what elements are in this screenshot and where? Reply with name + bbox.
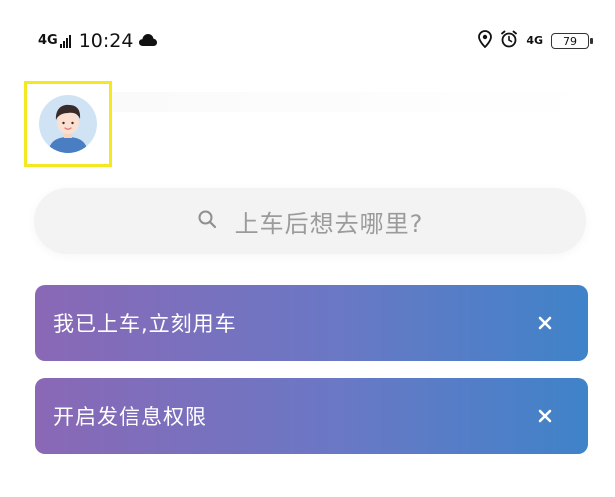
status-bar: 4G 10:24 4G 79 [0, 30, 615, 62]
banner-board-car[interactable]: 我已上车,立刻用车 [35, 285, 588, 361]
close-icon[interactable] [536, 314, 554, 332]
network-type: 4G [38, 33, 58, 48]
search-icon [197, 209, 217, 233]
destination-search[interactable]: 上车后想去哪里? [34, 188, 586, 254]
battery-icon: 79 [551, 33, 593, 49]
user-avatar-icon [39, 95, 97, 153]
signal-icon [59, 34, 71, 48]
app-screen: 4G 10:24 4G 79 上车后想去哪里? 我已上车,立刻用车 开启发信息权… [0, 0, 615, 497]
banner-sms-permission[interactable]: 开启发信息权限 [35, 378, 588, 454]
location-icon [478, 30, 493, 52]
status-bar-left: 4G 10:24 [38, 30, 158, 52]
search-placeholder: 上车后想去哪里? [234, 209, 424, 238]
network-type-secondary: 4G [526, 34, 543, 47]
header-placeholder-bar [112, 92, 602, 112]
cloud-icon [139, 32, 158, 51]
status-bar-right: 4G 79 [478, 30, 593, 52]
status-time: 10:24 [78, 30, 134, 52]
avatar-button[interactable] [24, 81, 112, 167]
close-icon[interactable] [536, 407, 554, 425]
alarm-icon [500, 30, 518, 52]
banner-label: 我已上车,立刻用车 [53, 312, 237, 336]
banner-label: 开启发信息权限 [53, 405, 207, 429]
battery-level: 79 [563, 34, 577, 48]
